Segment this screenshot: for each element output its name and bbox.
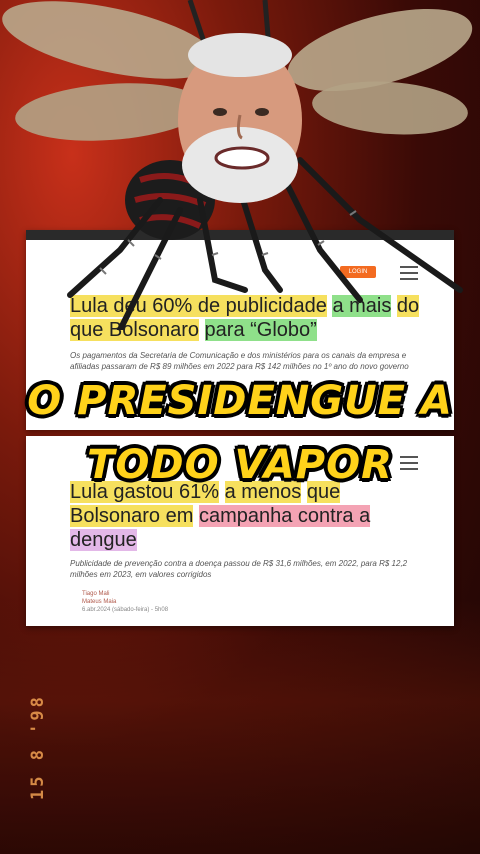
article-date: 6.abr.2024 (sábado-feira) - 5h08 [82,607,169,613]
article-top-subtitle: Os pagamentos da Secretaria de Comunicaç… [70,351,409,371]
author-name[interactable]: Mateus Maia [82,598,168,606]
headline-highlight: campanha contra a [198,505,371,527]
mouth [214,146,270,170]
overlay-caption-line2: TODO VAPOR [87,442,393,488]
headline-highlight: Bolsonaro em [70,505,194,527]
overlay-caption-line1: O PRESIDENGUE A [27,378,453,424]
left-wing-lower [15,83,205,141]
author-name[interactable]: Tiago Mali [82,590,168,598]
timestamp-stamp: 15 8 '98 [28,694,48,800]
article-meta: Tiago Mali Mateus Maia 6.abr.2024 (sábad… [82,590,168,614]
article-bottom-subtitle: Publicidade de prevenção contra a doença… [70,559,408,579]
mosquito-illustration [2,0,473,330]
right-eye [255,108,269,116]
background-glow [0,600,480,854]
headline-highlight: dengue [70,529,137,551]
left-eye [213,108,227,116]
article-bottom-headline: Lula gastou 61% a menos que Bolsonaro em… [70,480,424,552]
hair [188,33,292,77]
